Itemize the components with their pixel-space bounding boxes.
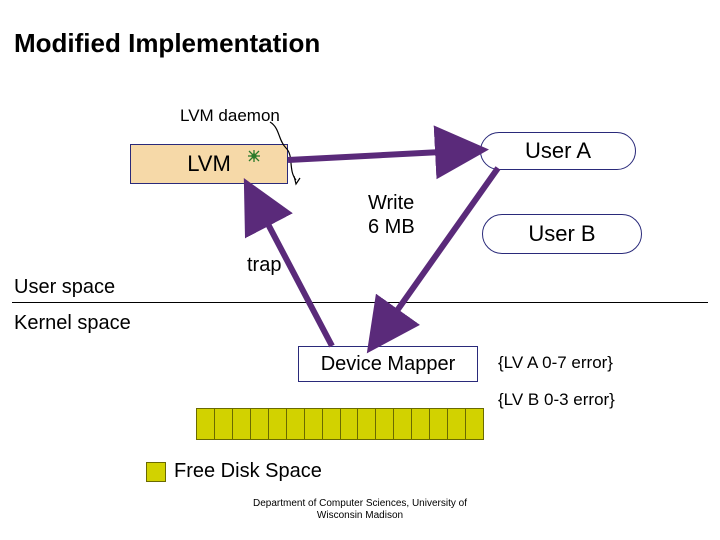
lvm-daemon-label: LVM daemon	[180, 106, 280, 126]
disk-cell	[448, 409, 466, 439]
write-label: Write6 MB	[368, 191, 415, 239]
slide-stage: Modified Implementation LVM daemon LVM U…	[0, 0, 720, 540]
disk-cell	[430, 409, 448, 439]
device-mapper-label: Device Mapper	[321, 353, 456, 376]
arrow-lvm-to-usera	[288, 150, 480, 160]
disk-bar	[196, 408, 484, 440]
disk-cell	[197, 409, 215, 439]
lvm-box: LVM	[130, 144, 288, 184]
disk-cell	[305, 409, 323, 439]
kernel-space-label: Kernel space	[14, 312, 131, 335]
user-space-label: User space	[14, 276, 115, 299]
disk-cell	[412, 409, 430, 439]
disk-cell	[251, 409, 269, 439]
slide-title: Modified Implementation	[14, 28, 320, 59]
disk-cell	[466, 409, 483, 439]
trap-label: trap	[247, 254, 281, 277]
space-divider	[12, 302, 708, 303]
legend: Free Disk Space	[146, 460, 322, 483]
disk-cell	[287, 409, 305, 439]
disk-cell	[269, 409, 287, 439]
disk-cell	[323, 409, 341, 439]
disk-cell	[394, 409, 412, 439]
arrows-overlay	[0, 0, 720, 540]
disk-cell	[341, 409, 359, 439]
legend-label: Free Disk Space	[174, 460, 322, 483]
user-b-box: User B	[482, 214, 642, 254]
error-b-text: {LV B 0-3 error}	[498, 390, 615, 410]
user-a-box: User A	[480, 132, 636, 170]
user-a-label: User A	[525, 138, 591, 164]
disk-cell	[233, 409, 251, 439]
disk-cell	[376, 409, 394, 439]
lvm-box-label: LVM	[187, 151, 231, 177]
user-b-label: User B	[528, 221, 595, 247]
footer-text: Department of Computer Sciences, Univers…	[0, 498, 720, 522]
error-a-text: {LV A 0-7 error}	[498, 353, 613, 373]
legend-swatch-icon	[146, 462, 166, 482]
disk-cell	[358, 409, 376, 439]
device-mapper-box: Device Mapper	[298, 346, 478, 382]
disk-cell	[215, 409, 233, 439]
